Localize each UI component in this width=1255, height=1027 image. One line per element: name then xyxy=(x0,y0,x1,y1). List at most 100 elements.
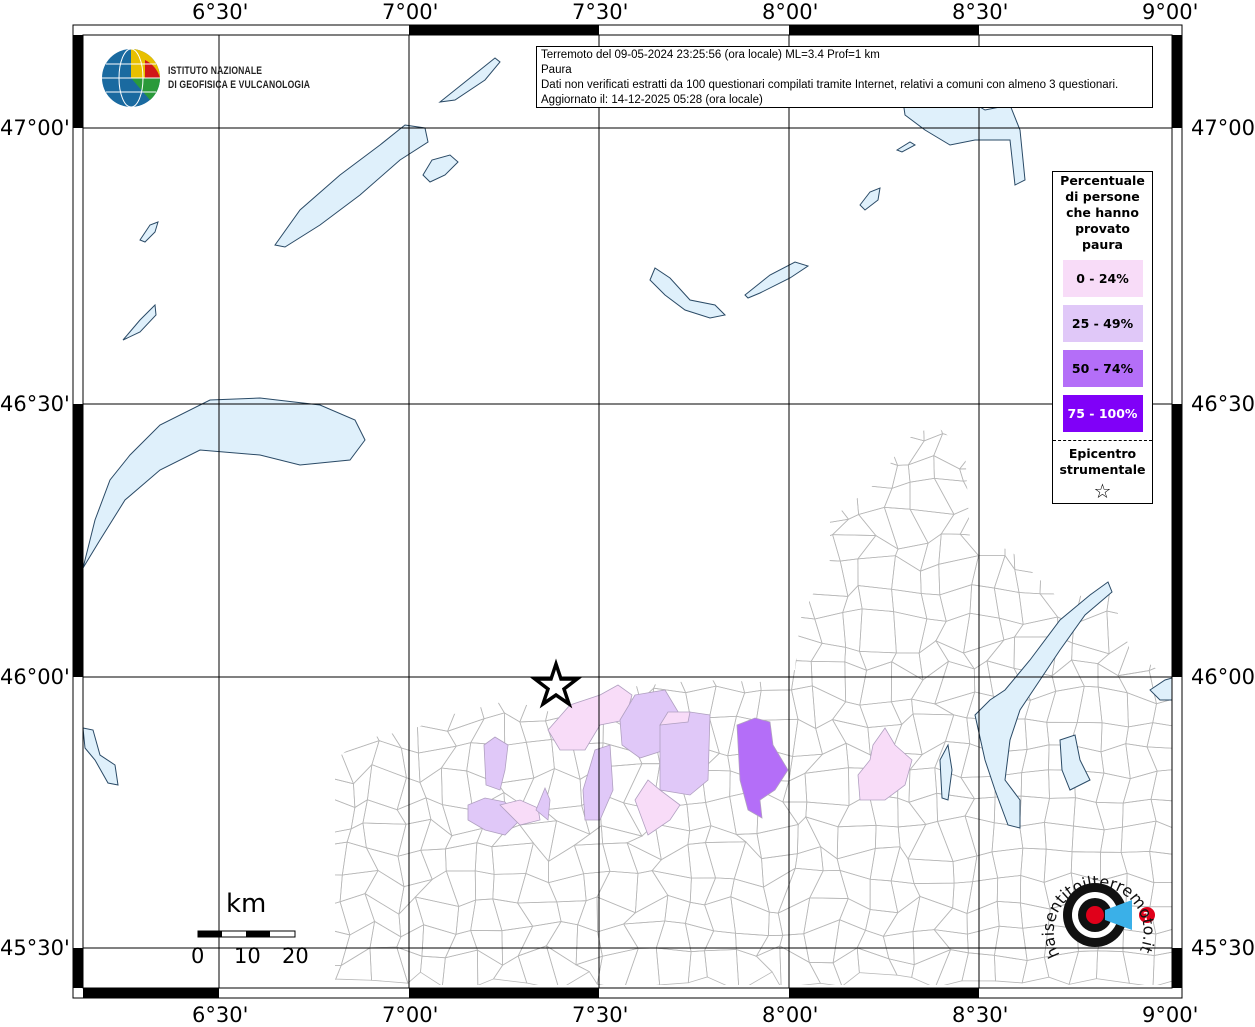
municipality-boundary xyxy=(708,480,736,520)
municipality-boundary xyxy=(897,797,927,828)
municipality-boundary xyxy=(966,925,1000,956)
municipality-boundary xyxy=(569,591,614,621)
municipality-boundary xyxy=(944,714,971,745)
municipality-intensity-area[interactable] xyxy=(857,727,913,801)
municipality-boundary xyxy=(340,685,374,730)
municipality-boundary xyxy=(933,691,976,719)
municipality-boundary xyxy=(859,608,897,654)
lake-como xyxy=(1149,677,1172,701)
municipality-boundary xyxy=(687,950,708,984)
lon-label-top: 9°00' xyxy=(1142,0,1199,24)
municipality-boundary xyxy=(622,513,663,533)
municipality-boundary xyxy=(858,650,898,671)
municipality-boundary xyxy=(1097,662,1128,694)
municipality-boundary xyxy=(656,428,685,461)
municipality-boundary xyxy=(1150,798,1172,832)
municipality-boundary xyxy=(804,534,841,562)
municipality-boundary xyxy=(503,712,527,746)
municipality-boundary xyxy=(708,574,746,602)
municipality-boundary xyxy=(684,922,715,953)
epicenter-star-icon[interactable] xyxy=(529,658,583,709)
lake-brienz xyxy=(744,261,810,299)
municipality-boundary xyxy=(856,535,899,560)
municipality-boundary xyxy=(519,820,558,863)
municipality-boundary xyxy=(933,433,981,470)
municipality-boundary xyxy=(1019,821,1047,850)
municipality-boundary xyxy=(1044,821,1074,853)
municipality-boundary xyxy=(1012,535,1049,575)
municipality-boundary xyxy=(577,896,598,933)
municipality-boundary xyxy=(448,432,478,465)
municipality-boundary xyxy=(548,820,591,863)
municipality-boundary xyxy=(1014,569,1042,595)
municipality-boundary xyxy=(735,689,762,721)
legend-title-line: paura xyxy=(1082,237,1123,252)
municipality-boundary xyxy=(336,534,382,570)
municipality-boundary xyxy=(335,794,356,837)
municipality-boundary xyxy=(781,523,824,549)
municipality-boundary xyxy=(734,573,773,585)
municipality-boundary xyxy=(492,955,528,984)
municipality-boundary xyxy=(446,611,482,654)
info-parameter: Paura xyxy=(541,64,572,76)
legend-epicenter-line: Epicentro xyxy=(1068,446,1137,461)
municipality-boundary xyxy=(595,619,637,651)
municipality-boundary xyxy=(918,618,947,654)
municipality-boundary xyxy=(524,589,563,625)
municipality-boundary xyxy=(777,897,811,936)
municipality-boundary xyxy=(777,591,816,620)
municipality-boundary xyxy=(629,425,665,438)
municipality-boundary xyxy=(964,796,996,824)
municipality-boundary xyxy=(335,901,351,936)
municipality-boundary xyxy=(1125,722,1154,748)
legend-title-line: Percentuale xyxy=(1060,173,1145,188)
municipality-boundary xyxy=(467,479,506,520)
municipality-intensity-area[interactable] xyxy=(736,717,789,819)
municipality-boundary xyxy=(678,574,716,603)
municipality-boundary xyxy=(477,949,504,985)
municipality-boundary xyxy=(628,643,664,676)
municipality-boundary xyxy=(1149,881,1172,908)
lake-small xyxy=(895,141,917,153)
municipality-boundary xyxy=(500,451,521,487)
municipality-boundary xyxy=(551,428,577,474)
municipality-boundary xyxy=(751,426,793,465)
municipality-boundary xyxy=(730,463,755,484)
municipality-boundary xyxy=(708,685,746,719)
lat-label-left: 46°30' xyxy=(0,392,70,416)
municipality-boundary xyxy=(894,542,929,572)
municipality-boundary xyxy=(492,898,534,932)
municipality-boundary xyxy=(1128,582,1155,617)
municipality-boundary xyxy=(569,477,608,522)
municipality-boundary xyxy=(986,467,1023,487)
municipality-boundary xyxy=(791,633,823,662)
municipality-boundary xyxy=(755,689,799,721)
municipality-intensity-area[interactable] xyxy=(582,744,614,821)
municipality-boundary xyxy=(546,618,585,651)
municipality-boundary xyxy=(575,924,603,966)
municipality-boundary xyxy=(609,596,638,627)
municipality-boundary xyxy=(810,425,851,445)
map-canvas[interactable]: ? haisentitoilterremoto.it xyxy=(0,0,1255,1024)
municipality-boundary xyxy=(1117,670,1158,705)
municipality-boundary xyxy=(396,924,425,957)
municipality-boundary xyxy=(933,929,969,954)
municipality-boundary xyxy=(1097,686,1129,728)
municipality-boundary xyxy=(417,584,452,620)
municipality-boundary xyxy=(993,925,1028,962)
municipality-boundary xyxy=(1122,798,1157,828)
ingv-logo xyxy=(102,48,161,108)
municipality-boundary xyxy=(426,425,450,443)
municipality-boundary xyxy=(832,534,877,562)
municipality-boundary xyxy=(1040,531,1078,575)
municipality-boundary xyxy=(418,745,458,784)
municipality-boundary xyxy=(370,469,404,492)
legend-title-line: provato xyxy=(1075,221,1130,236)
municipality-boundary xyxy=(883,425,925,442)
municipality-boundary xyxy=(934,949,969,985)
municipality-boundary xyxy=(704,949,740,985)
lon-label-bottom: 8°30' xyxy=(952,1003,1009,1027)
municipality-boundary xyxy=(526,537,564,571)
municipality-boundary xyxy=(689,877,717,906)
municipality-boundary xyxy=(779,945,822,985)
